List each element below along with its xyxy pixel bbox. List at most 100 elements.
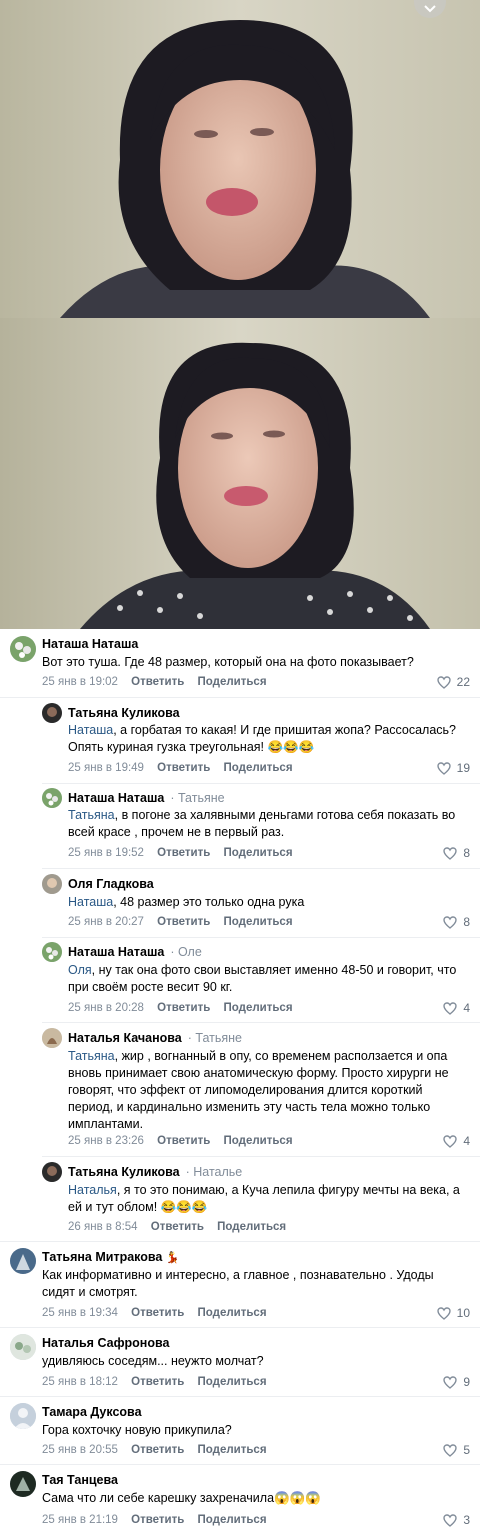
reply-button[interactable]: Ответить (131, 1307, 184, 1319)
reply-to-link[interactable]: Оле (170, 945, 201, 959)
like-button[interactable]: 10 (436, 1306, 470, 1320)
avatar[interactable] (10, 636, 36, 662)
like-button[interactable]: 4 (443, 1134, 470, 1148)
mention-link[interactable]: Оля (68, 963, 92, 977)
comment-author[interactable]: Татьяна Куликова (68, 706, 180, 720)
like-count: 8 (463, 846, 470, 860)
comment-date[interactable]: 25 янв в 23:26 (68, 1135, 144, 1147)
share-button[interactable]: Поделиться (198, 1376, 267, 1388)
heart-icon (443, 1443, 458, 1457)
comment-date[interactable]: 25 янв в 19:52 (68, 847, 144, 859)
comment-date[interactable]: 26 янв в 8:54 (68, 1221, 138, 1233)
like-count: 9 (463, 1375, 470, 1389)
share-button[interactable]: Поделиться (224, 1135, 293, 1147)
heart-icon (436, 761, 451, 775)
video-frame-1[interactable] (0, 0, 480, 318)
avatar[interactable] (42, 942, 62, 962)
share-button[interactable]: Поделиться (224, 916, 293, 928)
reply-button[interactable]: Ответить (157, 916, 210, 928)
avatar[interactable] (10, 1248, 36, 1274)
share-button[interactable]: Поделиться (198, 1514, 267, 1526)
comment-author[interactable]: Оля Гладкова (68, 877, 154, 891)
like-button[interactable]: 9 (443, 1375, 470, 1389)
share-button[interactable]: Поделиться (224, 762, 293, 774)
like-button[interactable]: 4 (443, 1001, 470, 1015)
comment-author[interactable]: Наташа Наташа (68, 945, 164, 959)
divider (42, 1156, 480, 1157)
like-count: 4 (463, 1001, 470, 1015)
like-count: 8 (463, 915, 470, 929)
status-badge: 💃 (165, 1252, 180, 1264)
reply-button[interactable]: Ответить (131, 1514, 184, 1526)
reply-button[interactable]: Ответить (157, 1135, 210, 1147)
share-button[interactable]: Поделиться (198, 1444, 267, 1456)
reply-to-link[interactable]: Татьяне (188, 1031, 242, 1045)
share-button[interactable]: Поделиться (224, 1002, 293, 1014)
comment-date[interactable]: 25 янв в 19:49 (68, 762, 144, 774)
divider (0, 1241, 480, 1242)
comment-date[interactable]: 25 янв в 19:02 (42, 676, 118, 688)
divider (0, 1396, 480, 1397)
reply-button[interactable]: Ответить (151, 1221, 204, 1233)
like-button[interactable]: 19 (436, 761, 470, 775)
like-button[interactable]: 5 (443, 1443, 470, 1457)
share-button[interactable]: Поделиться (198, 1307, 267, 1319)
comment-author[interactable]: Тая Танцева (42, 1473, 118, 1487)
avatar[interactable] (42, 1162, 62, 1182)
heart-icon (436, 675, 451, 689)
reply-button[interactable]: Ответить (131, 676, 184, 688)
reply-button[interactable]: Ответить (157, 762, 210, 774)
video-frame-2[interactable] (0, 318, 480, 629)
like-button[interactable]: 8 (443, 846, 470, 860)
reply-button[interactable]: Ответить (157, 1002, 210, 1014)
avatar[interactable] (42, 1028, 62, 1048)
heart-icon (443, 1134, 458, 1148)
like-button[interactable]: 8 (443, 915, 470, 929)
comment-text: Татьяна, жир , вогнанный в опу, со време… (68, 1049, 449, 1131)
comment-author[interactable]: Наташа Наташа (68, 791, 164, 805)
avatar[interactable] (10, 1403, 36, 1429)
reply-button[interactable]: Ответить (157, 847, 210, 859)
comment-author[interactable]: Тамара Дуксова (42, 1405, 142, 1419)
heart-icon (443, 915, 458, 929)
comment-author[interactable]: Наталья Качанова (68, 1031, 182, 1045)
avatar[interactable] (42, 788, 62, 808)
reply-button[interactable]: Ответить (131, 1444, 184, 1456)
reply-to-link[interactable]: Татьяне (170, 791, 224, 805)
mention-link[interactable]: Татьяна (68, 808, 115, 822)
comment-date[interactable]: 25 янв в 20:28 (68, 1002, 144, 1014)
comment-date[interactable]: 25 янв в 20:55 (42, 1444, 118, 1456)
divider (0, 1464, 480, 1465)
comment-date[interactable]: 25 янв в 20:27 (68, 916, 144, 928)
divider (42, 937, 480, 938)
mention-link[interactable]: Татьяна (68, 1049, 115, 1063)
comment-text: Наташа, 48 размер это только одна рука (68, 895, 305, 909)
comment-date[interactable]: 25 янв в 19:34 (42, 1307, 118, 1319)
avatar[interactable] (10, 1471, 36, 1497)
like-count: 19 (456, 761, 470, 775)
share-button[interactable]: Поделиться (217, 1221, 286, 1233)
mention-link[interactable]: Наташа (68, 723, 113, 737)
reply-button[interactable]: Ответить (131, 1376, 184, 1388)
reply-to-link[interactable]: Наталье (186, 1165, 243, 1179)
comment-text: Татьяна, в погоне за халявными деньгами … (68, 808, 456, 839)
avatar[interactable] (42, 703, 62, 723)
share-button[interactable]: Поделиться (224, 847, 293, 859)
like-count: 22 (456, 675, 470, 689)
like-count: 3 (463, 1513, 470, 1527)
like-button[interactable]: 22 (436, 675, 470, 689)
avatar[interactable] (42, 874, 62, 894)
comment-text: Оля, ну так она фото свои выставляет име… (68, 963, 457, 994)
comment-text: Вот это туша. Где 48 размер, который она… (42, 655, 414, 669)
comment-author[interactable]: Татьяна Митракова (42, 1250, 162, 1264)
mention-link[interactable]: Наташа (68, 895, 113, 909)
comment-author[interactable]: Наташа Наташа (42, 637, 138, 651)
comment-author[interactable]: Татьяна Куликова (68, 1165, 180, 1179)
share-button[interactable]: Поделиться (198, 676, 267, 688)
comment-date[interactable]: 25 янв в 18:12 (42, 1376, 118, 1388)
mention-link[interactable]: Наталья (68, 1183, 117, 1197)
like-button[interactable]: 3 (443, 1513, 470, 1527)
comment-author[interactable]: Наталья Сафронова (42, 1336, 169, 1350)
comment-date[interactable]: 25 янв в 21:19 (42, 1514, 118, 1526)
avatar[interactable] (10, 1334, 36, 1360)
